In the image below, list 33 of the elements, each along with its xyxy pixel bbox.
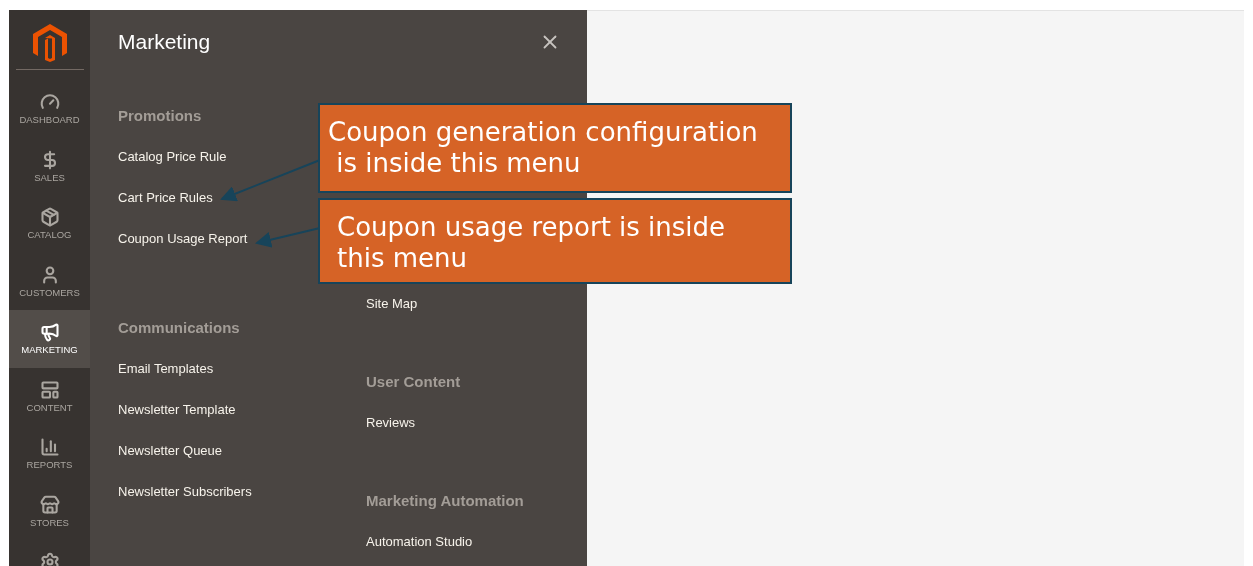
storefront-icon: [39, 494, 60, 515]
menu-link[interactable]: Catalog Price Rule: [118, 147, 227, 167]
box-icon: [39, 207, 60, 227]
section-heading: User Content: [366, 372, 462, 392]
section-heading: Marketing Automation: [366, 491, 525, 511]
menu-link[interactable]: Newsletter Template: [118, 400, 236, 420]
section-heading: Communications: [118, 318, 241, 338]
menu-link[interactable]: Coupon Usage Report: [118, 229, 248, 249]
megaphone-icon: [39, 322, 60, 342]
sidebar-item[interactable]: CATALOG: [9, 195, 90, 253]
menu-link[interactable]: Email Templates: [118, 359, 214, 379]
menu-link[interactable]: Reviews: [366, 413, 416, 433]
menu-link[interactable]: Newsletter Queue: [118, 441, 223, 461]
menu-link[interactable]: Cart Price Rules: [118, 188, 213, 208]
bar-chart-icon: [39, 437, 60, 457]
layout-icon: [39, 379, 60, 400]
menu-title: Marketing: [118, 29, 211, 56]
settings-icon: [39, 552, 60, 566]
menu-link[interactable]: Automation Studio: [366, 532, 473, 552]
sidebar-item[interactable]: CUSTOMERS: [9, 252, 90, 310]
sidebar-item[interactable]: CONTENT: [9, 367, 90, 425]
logo-icon[interactable]: [32, 23, 67, 62]
sidebar-item[interactable]: SALES: [9, 137, 90, 195]
sidebar-item[interactable]: DASHBOARD: [9, 80, 90, 138]
sidebar-item[interactable]: MARKETING: [9, 310, 90, 368]
menu-link[interactable]: Newsletter Subscribers: [118, 482, 252, 502]
arrow: [255, 227, 321, 248]
callout: Coupon generation configuration is inside this menu: [318, 103, 792, 193]
sidebar-item[interactable]: STORES: [9, 482, 90, 540]
menu-link[interactable]: Site Map: [366, 294, 418, 314]
sidebar-item[interactable]: REPORTS: [9, 425, 90, 483]
callout: Coupon usage report is inside this menu: [318, 198, 792, 284]
gauge-icon: [39, 92, 60, 112]
